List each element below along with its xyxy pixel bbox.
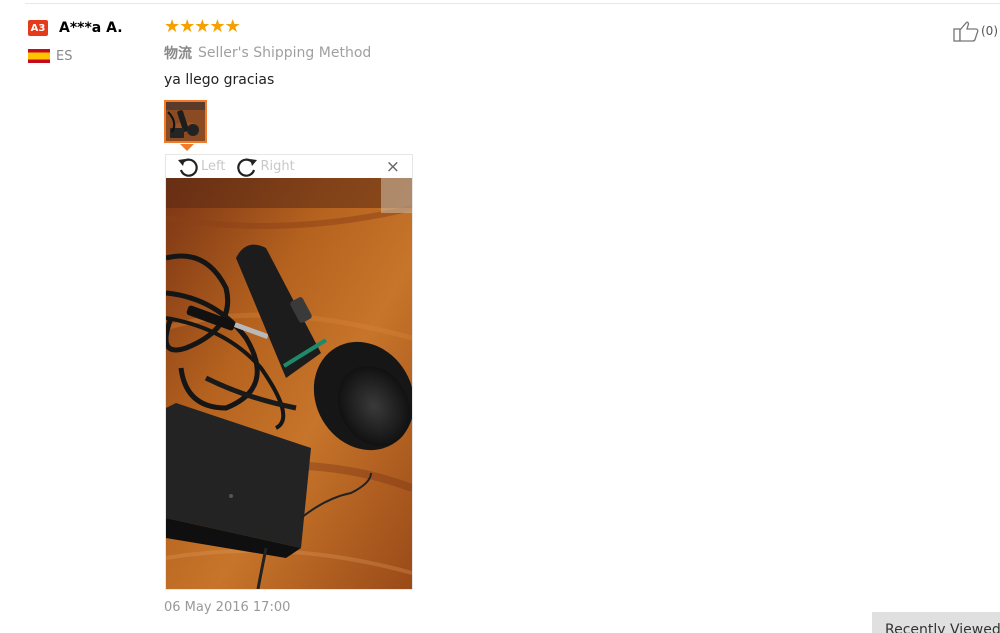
top-divider [25,3,1000,4]
thumbnail-photo [166,102,205,141]
star-icon: ★ [224,16,241,37]
rotate-left-button[interactable]: Left [176,156,225,178]
rotate-right-button[interactable]: Right [235,156,295,178]
review-date: 06 May 2016 17:00 [164,600,291,615]
shipping-method: Seller's Shipping Method [198,45,372,61]
helpful-button[interactable]: (0) [953,20,998,42]
helpful-count: (0) [981,24,998,38]
star-icon: ★ [194,16,210,37]
review-photo [166,178,412,589]
thumbnail-pointer [180,144,194,151]
star-icon: ★ [164,16,180,37]
close-viewer-button[interactable]: × [386,157,400,177]
level-badge: A3 [28,20,48,36]
review-photo-thumbnail[interactable] [164,100,207,143]
recently-viewed-tab[interactable]: Recently Viewed [872,612,1000,633]
review-text: ya llego gracias [164,72,275,88]
reviewer-row: A3 A***a A. [28,18,158,38]
rotate-left-icon [178,158,198,177]
country-code: ES [56,48,73,64]
rotate-right-label: Right [260,159,295,174]
rotate-left-label: Left [201,159,226,174]
reviewer-name: A***a A. [59,20,123,36]
star-icon: ★ [209,16,225,37]
review-content: ★ ★ ★ ★ ★ 物流 Seller's Shipping Method ya… [164,16,864,91]
star-rating: ★ ★ ★ ★ ★ [164,16,864,38]
reviewer-info: A3 A***a A. ES [28,18,158,65]
shipping-label: 物流 [164,46,192,62]
star-icon: ★ [179,16,195,37]
thumbs-up-icon [953,21,979,42]
reviewer-country: ES [28,47,158,65]
shipping-info: 物流 Seller's Shipping Method [164,42,864,64]
spain-flag-icon [28,49,50,63]
microphone-photo [166,178,412,589]
rotate-right-icon [237,158,258,177]
viewer-toolbar: Left Right × [166,155,412,178]
photo-viewer: Left Right × [165,154,413,590]
